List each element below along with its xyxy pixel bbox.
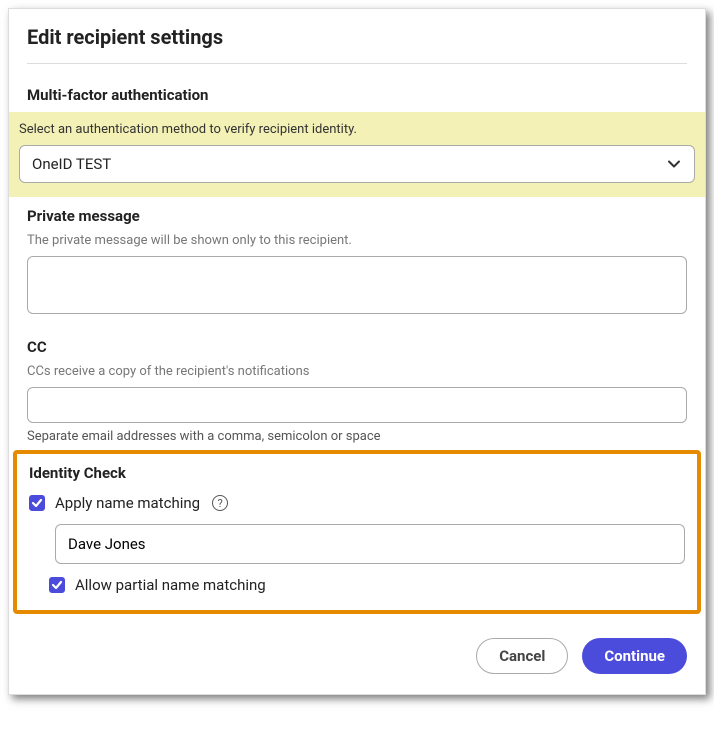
chevron-down-icon — [666, 156, 682, 172]
private-message-heading: Private message — [27, 207, 687, 225]
name-input-wrap — [55, 524, 685, 564]
cc-section: CC CCs receive a copy of the recipient's… — [27, 338, 687, 444]
allow-partial-checkbox[interactable] — [49, 577, 65, 593]
apply-name-matching-row: Apply name matching ? — [29, 494, 685, 512]
mfa-select[interactable]: OneID TEST — [19, 145, 695, 183]
check-icon — [31, 497, 43, 509]
identity-check-section: Identity Check Apply name matching ? All… — [13, 450, 701, 614]
mfa-helper: Select an authentication method to verif… — [19, 122, 695, 137]
allow-partial-row: Allow partial name matching — [49, 576, 685, 594]
dialog-title: Edit recipient settings — [27, 25, 687, 49]
cc-heading: CC — [27, 338, 687, 356]
continue-button[interactable]: Continue — [582, 638, 687, 674]
identity-check-heading: Identity Check — [29, 464, 685, 482]
cancel-button[interactable]: Cancel — [476, 638, 568, 674]
apply-name-matching-label: Apply name matching — [55, 494, 200, 512]
name-input[interactable] — [55, 524, 685, 564]
cc-input[interactable] — [27, 387, 687, 423]
mfa-highlight: Select an authentication method to verif… — [9, 112, 705, 197]
apply-name-matching-checkbox[interactable] — [29, 495, 45, 511]
cc-helper: CCs receive a copy of the recipient's no… — [27, 364, 687, 379]
check-icon — [51, 579, 63, 591]
recipient-settings-dialog: Edit recipient settings Multi-factor aut… — [8, 8, 706, 695]
mfa-section: Multi-factor authentication Select an au… — [27, 86, 687, 197]
allow-partial-label: Allow partial name matching — [75, 576, 266, 594]
private-message-section: Private message The private message will… — [27, 207, 687, 332]
help-icon[interactable]: ? — [212, 495, 228, 511]
private-message-helper: The private message will be shown only t… — [27, 233, 687, 248]
mfa-heading: Multi-factor authentication — [27, 86, 687, 104]
divider — [27, 63, 687, 64]
mfa-select-value: OneID TEST — [32, 155, 666, 173]
private-message-input[interactable] — [27, 256, 687, 314]
dialog-footer: Cancel Continue — [27, 638, 687, 674]
cc-hint: Separate email addresses with a comma, s… — [27, 429, 687, 444]
